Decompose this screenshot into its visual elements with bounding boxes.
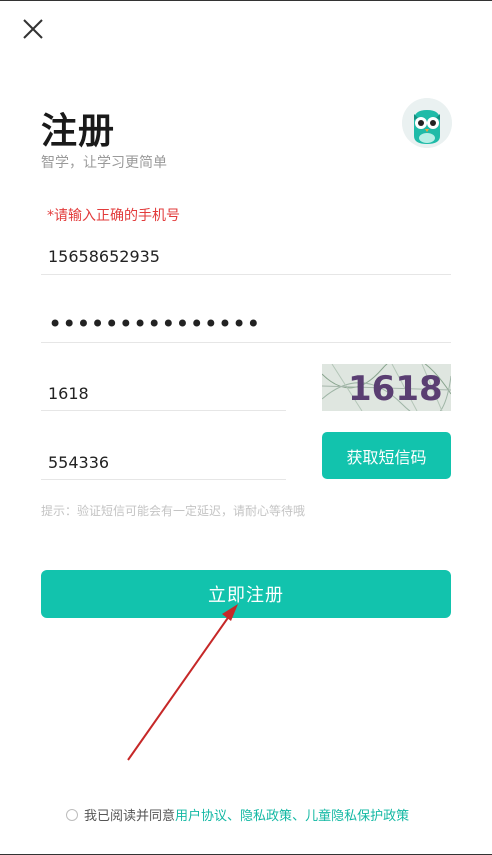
- agreement-separator: 、: [227, 809, 241, 824]
- captcha-input[interactable]: [41, 377, 286, 409]
- sms-hint: 提示：验证短信可能会有一定延迟，请耐心等待哦: [41, 504, 306, 518]
- get-sms-code-button[interactable]: 获取短信码: [322, 432, 451, 479]
- phone-field[interactable]: [41, 240, 451, 275]
- password-mask: •••••••••••••••: [48, 310, 261, 338]
- captcha-field[interactable]: [41, 377, 286, 411]
- agreement-prefix: 我已阅读并同意: [84, 809, 176, 824]
- sms-code-field[interactable]: [41, 446, 286, 480]
- page-subtitle: 智学，让学习更简单: [41, 155, 167, 171]
- sms-code-input[interactable]: [41, 446, 286, 478]
- agreement-row: 我已阅读并同意 用户协议 、 隐私政策 、 儿童隐私保护政策: [66, 805, 409, 824]
- phone-input[interactable]: [41, 240, 451, 272]
- child-privacy-policy-link[interactable]: 儿童隐私保护政策: [305, 805, 409, 824]
- agree-radio[interactable]: [66, 808, 78, 821]
- error-message: *请输入正确的手机号: [47, 208, 180, 224]
- password-field[interactable]: •••••••••••••••: [41, 308, 451, 343]
- user-agreement-link[interactable]: 用户协议: [175, 805, 227, 824]
- captcha-text: 1618: [348, 369, 443, 409]
- register-button[interactable]: 立即注册: [41, 570, 451, 618]
- agreement-separator: 、: [292, 809, 306, 824]
- close-icon[interactable]: [20, 16, 46, 42]
- captcha-image[interactable]: 1618: [321, 355, 452, 420]
- privacy-policy-link[interactable]: 隐私政策: [240, 805, 292, 824]
- owl-logo-icon: [402, 98, 452, 148]
- page-title: 注册: [41, 111, 116, 152]
